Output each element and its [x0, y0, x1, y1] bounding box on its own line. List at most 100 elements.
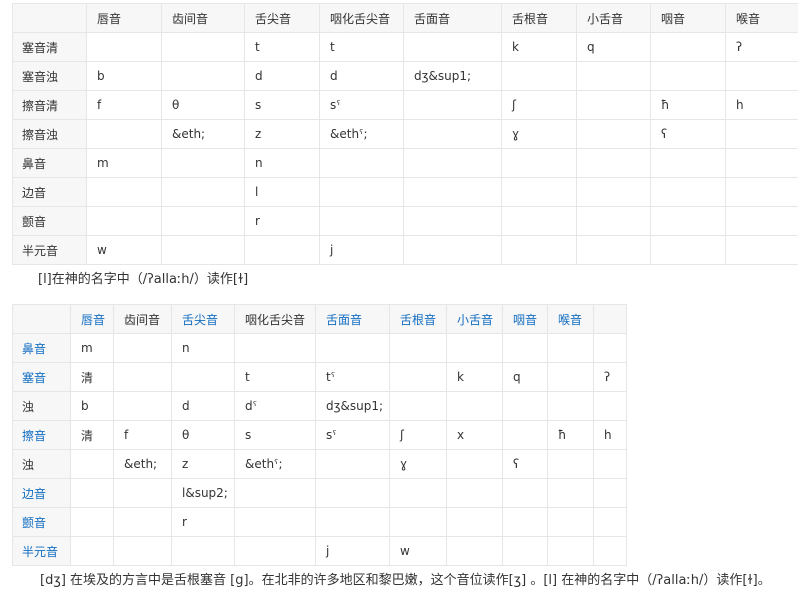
table-cell: [389, 362, 447, 392]
table-cell: [650, 61, 726, 91]
table-cell: [70, 507, 114, 537]
table-cell: [502, 507, 548, 537]
column-header[interactable]: 喉音: [547, 304, 594, 334]
table-cell: n: [171, 333, 235, 363]
table-cell: s: [234, 420, 316, 450]
table-cell: [502, 420, 548, 450]
table-cell: [547, 478, 594, 508]
column-header[interactable]: 舌面音: [315, 304, 390, 334]
table-cell: [113, 478, 172, 508]
row-header[interactable]: 擦音: [12, 420, 71, 450]
row-header[interactable]: 鼻音: [12, 333, 71, 363]
table-cell: [113, 362, 172, 392]
table-cell: r: [244, 206, 320, 236]
header-row: 唇音 齿间音 舌尖音 咽化舌尖音 舌面音 舌根音 小舌音 咽音 喉音: [12, 3, 798, 33]
table-cell: [725, 61, 798, 91]
table-cell: [547, 391, 594, 421]
table-row: 塞音浊 b d d dʒ&sup1;: [12, 61, 798, 91]
column-header[interactable]: 咽音: [502, 304, 548, 334]
table-cell: [403, 206, 502, 236]
table-cell: [161, 148, 245, 178]
table-cell: l&sup2;: [171, 478, 235, 508]
column-header[interactable]: 舌尖音: [171, 304, 235, 334]
table-cell: [161, 61, 245, 91]
table-cell: [650, 177, 726, 207]
column-header[interactable]: 唇音: [70, 304, 114, 334]
table-cell: ʃ: [501, 90, 577, 120]
table-row: 塞音清 t tˤ k q ʔ: [12, 362, 627, 392]
table-cell: dˤ: [234, 391, 316, 421]
row-header: 边音: [12, 177, 87, 207]
table-cell: &ethˤ;: [319, 119, 404, 149]
table-cell: [86, 32, 162, 62]
table-cell: [389, 333, 447, 363]
table-cell: [593, 478, 627, 508]
column-header: 齿间音: [161, 3, 245, 33]
table-cell: [725, 177, 798, 207]
column-header: [593, 304, 627, 334]
table-cell: [234, 478, 316, 508]
table-row: 擦音浊 &eth; z &ethˤ; ɣ ʕ: [12, 119, 798, 149]
header-row: 唇音 齿间音 舌尖音 咽化舌尖音 舌面音 舌根音 小舌音 咽音 喉音: [12, 304, 627, 334]
column-header: 齿间音: [113, 304, 172, 334]
table-cell: [319, 206, 404, 236]
column-header[interactable]: 小舌音: [446, 304, 503, 334]
table-cell: [650, 148, 726, 178]
table-cell: [161, 32, 245, 62]
table-cell: [650, 206, 726, 236]
table-cell: ʕ: [650, 119, 726, 149]
table-cell: [403, 90, 502, 120]
row-header[interactable]: 边音: [12, 478, 71, 508]
row-header: 浊: [12, 391, 71, 421]
table-cell: [389, 478, 447, 508]
table-cell: ʕ: [502, 449, 548, 479]
table-cell: [593, 449, 627, 479]
table-cell: [725, 235, 798, 265]
table-cell: j: [315, 536, 390, 566]
column-header: 舌尖音: [244, 3, 320, 33]
table-cell: [319, 148, 404, 178]
table-cell: [501, 177, 577, 207]
table-cell: [86, 119, 162, 149]
table-cell: b: [86, 61, 162, 91]
column-header: 咽音: [650, 3, 726, 33]
table-cell: [315, 507, 390, 537]
row-header[interactable]: 塞音: [12, 362, 71, 392]
table-cell: [547, 507, 594, 537]
table-cell: t: [234, 362, 316, 392]
table-cell: [650, 235, 726, 265]
column-header: 咽化舌尖音: [319, 3, 404, 33]
table-cell: [446, 333, 503, 363]
table-cell: ʃ: [389, 420, 447, 450]
table-cell: w: [389, 536, 447, 566]
row-header: 塞音清: [12, 32, 87, 62]
table-cell: 清: [70, 362, 114, 392]
table-cell: z: [244, 119, 320, 149]
table-cell: tˤ: [315, 362, 390, 392]
table-cell: [547, 362, 594, 392]
table-cell: ɣ: [389, 449, 447, 479]
table-cell: [501, 61, 577, 91]
row-header[interactable]: 颤音: [12, 507, 71, 537]
table-row: 塞音清 t t k q ʔ: [12, 32, 798, 62]
table-cell: [502, 333, 548, 363]
table-cell: [161, 235, 245, 265]
table-cell: [576, 177, 651, 207]
table-cell: [502, 536, 548, 566]
row-header: 浊: [12, 449, 71, 479]
table-row: 颤音 r: [12, 507, 627, 537]
table-cell: [70, 536, 114, 566]
table-cell: [319, 177, 404, 207]
table-cell: ħ: [650, 90, 726, 120]
column-header: 舌根音: [501, 3, 577, 33]
row-header[interactable]: 半元音: [12, 536, 71, 566]
table-cell: m: [70, 333, 114, 363]
column-header[interactable]: 舌根音: [389, 304, 447, 334]
table-cell: [502, 478, 548, 508]
table-cell: [547, 536, 594, 566]
table-cell: [161, 177, 245, 207]
row-header: 半元音: [12, 235, 87, 265]
table-cell: h: [593, 420, 627, 450]
table-cell: n: [244, 148, 320, 178]
consonant-table-2: 唇音 齿间音 舌尖音 咽化舌尖音 舌面音 舌根音 小舌音 咽音 喉音 鼻音 m n 塞音清 t tˤ k q ʔ 浊…: [12, 304, 627, 566]
